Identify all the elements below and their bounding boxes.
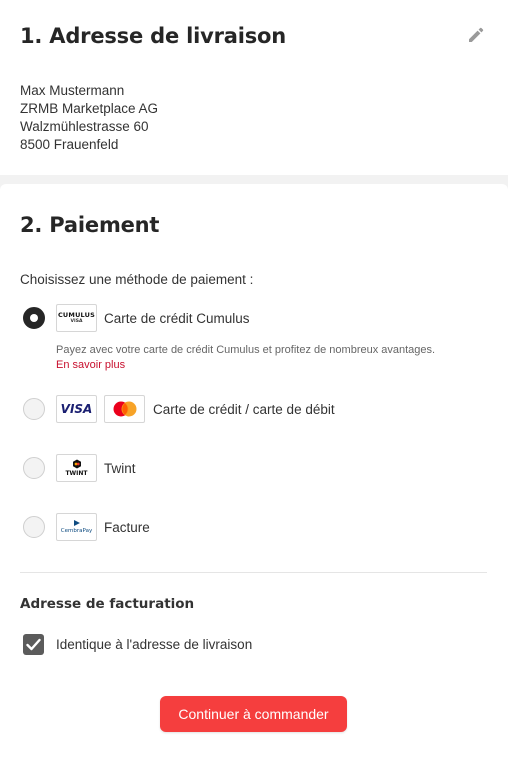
payment-method-prompt: Choisissez une méthode de paiement : — [20, 272, 254, 287]
cumulus-logo-text: CUMULUS — [57, 311, 96, 319]
checkmark-icon — [26, 638, 41, 651]
address-company: ZRMB Marketplace AG — [20, 101, 159, 116]
radio-twint[interactable] — [23, 457, 45, 479]
option-label-credit-debit[interactable]: Carte de crédit / carte de débit — [153, 402, 335, 417]
option-label-twint[interactable]: Twint — [104, 461, 136, 476]
mastercard-logo-icon — [104, 395, 145, 423]
option-label-cumulus[interactable]: Carte de crédit Cumulus — [104, 311, 250, 326]
cembrapay-logo-text: CembraPay — [60, 528, 93, 534]
learn-more-link[interactable]: En savoir plus — [56, 359, 125, 371]
delivery-title: 1. Adresse de livraison — [20, 24, 287, 48]
continue-order-button[interactable]: Continuer à commander — [160, 696, 347, 732]
visa-logo-text: VISA — [60, 402, 93, 416]
payment-card: 2. Paiement Choisissez une méthode de pa… — [0, 184, 508, 759]
same-address-checkbox[interactable] — [23, 634, 44, 655]
cumulus-visa-logo-icon: CUMULUS VISA — [56, 304, 97, 332]
same-address-label[interactable]: Identique à l'adresse de livraison — [56, 637, 252, 652]
radio-cumulus[interactable] — [23, 307, 45, 329]
option-label-invoice[interactable]: Facture — [104, 520, 150, 535]
twint-logo-text: TWINT — [65, 470, 88, 477]
address-name: Max Mustermann — [20, 83, 125, 98]
section-divider — [20, 572, 487, 573]
payment-title: 2. Paiement — [20, 213, 160, 237]
address-street: Walzmühlestrasse 60 — [20, 119, 149, 134]
radio-credit-debit[interactable] — [23, 398, 45, 420]
visa-logo-icon: VISA — [56, 395, 97, 423]
address-city: 8500 Frauenfeld — [20, 137, 119, 152]
radio-invoice[interactable] — [23, 516, 45, 538]
pencil-icon[interactable] — [466, 25, 486, 45]
cumulus-logo-subtext: VISA — [70, 319, 83, 324]
delivery-address-card: 1. Adresse de livraison Max Mustermann Z… — [0, 0, 508, 175]
billing-title: Adresse de facturation — [20, 596, 195, 612]
twint-logo-icon: TWINT — [56, 454, 97, 482]
cumulus-description: Payez avec votre carte de crédit Cumulus… — [56, 344, 436, 356]
cembrapay-logo-icon: CembraPay — [56, 513, 97, 541]
